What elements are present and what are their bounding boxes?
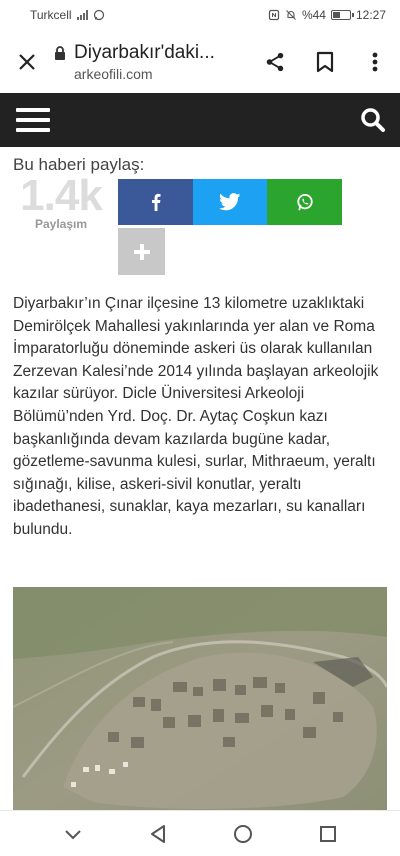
share-count: 1.4k xyxy=(20,171,103,220)
article-paragraph: Diyarbakır’ın Çınar ilçesine 13 kilometr… xyxy=(13,295,379,538)
back-icon xyxy=(150,824,165,843)
close-button[interactable] xyxy=(0,30,54,93)
signal-icon xyxy=(76,10,88,20)
page-domain: arkeofili.com xyxy=(74,65,153,82)
twitter-share-button[interactable] xyxy=(193,179,267,225)
carrier-name: Turkcell xyxy=(30,8,72,22)
status-bar-right: %44 12:27 xyxy=(268,8,386,22)
share-counter: 1.4k Paylaşım xyxy=(13,171,109,232)
bookmark-icon xyxy=(316,51,334,72)
more-menu-button[interactable] xyxy=(350,37,400,87)
share-button[interactable] xyxy=(250,37,300,87)
browser-toolbar: Diyarbakır'daki... arkeofili.com xyxy=(0,30,400,93)
home-button[interactable] xyxy=(223,814,263,854)
site-header xyxy=(0,93,400,147)
url-area[interactable]: Diyarbakır'daki... arkeofili.com xyxy=(54,42,250,82)
recents-icon xyxy=(319,825,336,842)
aerial-ruins-image xyxy=(13,587,387,810)
share-icon xyxy=(266,52,284,71)
article-photo xyxy=(13,587,387,810)
recents-button[interactable] xyxy=(308,814,348,854)
battery-percent: %44 xyxy=(301,8,326,22)
home-icon xyxy=(233,824,252,843)
bookmark-button[interactable] xyxy=(300,37,350,87)
system-nav-bar xyxy=(0,810,400,856)
more-share-button[interactable] xyxy=(118,228,165,275)
whatsapp-icon xyxy=(296,193,313,211)
page-title: Diyarbakır'daki... xyxy=(74,41,215,63)
plus-icon xyxy=(133,243,150,260)
close-icon xyxy=(19,53,35,70)
status-bar: Turkcell %44 12:27 xyxy=(0,0,400,30)
battery-icon xyxy=(330,10,354,20)
twitter-icon xyxy=(219,193,241,211)
page-content: Bu haberi paylaş: 1.4k Paylaşım Diyarbak… xyxy=(0,147,400,810)
nfc-icon xyxy=(268,9,280,21)
facebook-share-button[interactable] xyxy=(118,179,193,225)
whatsapp-share-button[interactable] xyxy=(267,179,342,225)
whatsapp-notification-icon xyxy=(93,9,104,21)
lock-icon xyxy=(55,45,65,60)
hide-nav-button[interactable] xyxy=(53,814,93,854)
facebook-icon xyxy=(151,193,160,211)
menu-icon[interactable] xyxy=(16,108,50,132)
chevron-down-icon xyxy=(64,829,81,839)
mute-icon xyxy=(286,10,296,20)
clock: 12:27 xyxy=(355,8,386,22)
status-bar-left: Turkcell xyxy=(30,8,105,22)
back-button[interactable] xyxy=(138,814,178,854)
more-vert-icon xyxy=(372,52,378,71)
search-icon[interactable] xyxy=(360,107,386,133)
